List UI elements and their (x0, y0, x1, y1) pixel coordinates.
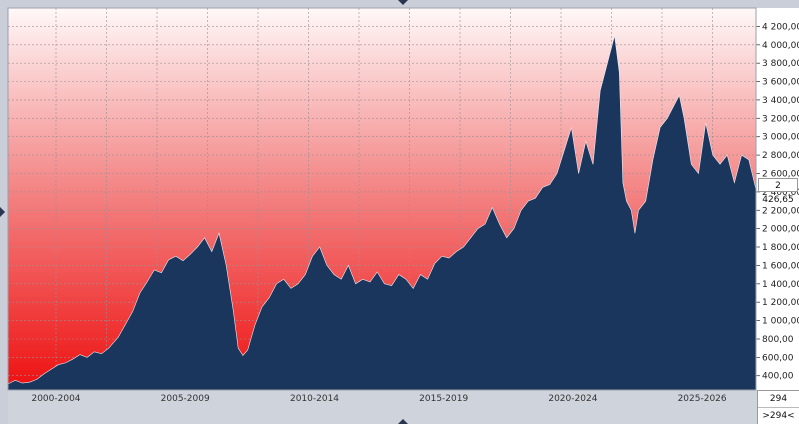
y-tick-label: 4 000,00 (762, 41, 799, 51)
y-tick-label: 1 000,00 (762, 317, 799, 327)
count-box: 294 >294< (757, 390, 799, 424)
y-tick-label: 2 200,00 (762, 206, 799, 216)
x-axis-panel (8, 390, 757, 424)
count-selector[interactable]: >294< (758, 407, 799, 424)
x-tick-label: 2025-2026 (678, 394, 727, 404)
y-tick-label: 3 200,00 (762, 114, 799, 124)
y-tick-label: 3 400,00 (762, 96, 799, 106)
x-tick-label: 2020-2024 (548, 394, 597, 404)
y-tick-label: 3 600,00 (762, 78, 799, 88)
y-tick-label: 1 800,00 (762, 243, 799, 253)
y-tick-label: 2 800,00 (762, 151, 799, 161)
chart-svg: 400,00 600,00 800,00 1 000,00 1 200,00 1 400,… (7, 7, 799, 424)
count-value: 294 (769, 394, 788, 404)
y-tick-label: 2 000,00 (762, 225, 799, 235)
x-tick-label: 2010-2014 (290, 394, 339, 404)
y-tick-label: 3 800,00 (762, 59, 799, 69)
y-tick-label: 1 600,00 (762, 261, 799, 271)
y-tick-label: 1 200,00 (762, 298, 799, 308)
y-tick-label: 1 400,00 (762, 280, 799, 290)
left-marker-icon[interactable] (0, 207, 5, 217)
y-tick-label: 3 000,00 (762, 133, 799, 143)
chart-frame: 400,00 600,00 800,00 1 000,00 1 200,00 1 400,… (0, 0, 799, 424)
last-value-readout: 2 426,65 (758, 178, 798, 205)
y-tick-label: 400,00 (762, 372, 794, 382)
bottom-marker-icon[interactable] (398, 419, 408, 424)
x-tick-label: 2005-2009 (161, 394, 210, 404)
y-tick-label: 600,00 (762, 353, 794, 363)
y-tick-label: 4 200,00 (762, 22, 799, 32)
y-tick-label: 800,00 (762, 335, 794, 345)
x-tick-label: 2015-2019 (419, 394, 468, 404)
x-tick-label: 2000-2004 (31, 394, 80, 404)
top-marker-icon[interactable] (398, 0, 408, 5)
